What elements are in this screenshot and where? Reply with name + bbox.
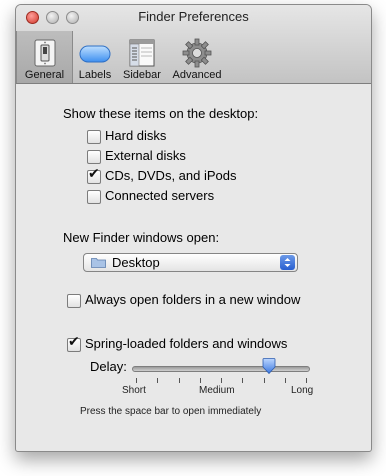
tab-general[interactable]: General <box>16 31 73 83</box>
hard-disks-label: Hard disks <box>105 128 167 143</box>
label-icon <box>79 45 111 63</box>
slider-tick <box>136 378 137 383</box>
spring-loaded-label: Spring-loaded folders and windows <box>85 336 288 351</box>
connected-servers-checkbox[interactable] <box>87 190 101 204</box>
always-open-checkbox[interactable] <box>67 294 81 308</box>
slider-tick <box>264 378 265 383</box>
slider-tick <box>306 378 307 383</box>
slider-tick <box>285 378 286 383</box>
new-window-popup[interactable]: Desktop <box>83 253 298 272</box>
delay-slider-track[interactable] <box>132 366 310 372</box>
sidebar-icon <box>129 39 155 67</box>
new-window-selected: Desktop <box>112 255 160 270</box>
delay-label: Delay: <box>90 359 127 374</box>
connected-servers-label: Connected servers <box>105 188 215 203</box>
new-window-heading: New Finder windows open: <box>63 230 220 245</box>
tab-sidebar[interactable]: Sidebar <box>118 31 166 83</box>
tick-label-medium: Medium <box>199 385 235 396</box>
gear-icon <box>182 38 212 68</box>
external-disks-checkbox[interactable] <box>87 150 101 164</box>
tab-advanced-label: Advanced <box>172 69 222 81</box>
always-open-label: Always open folders in a new window <box>85 292 301 307</box>
toolbar: Finder Preferences General Labels Sideba… <box>16 5 371 84</box>
folder-icon <box>91 258 106 268</box>
window-title: Finder Preferences <box>138 9 249 24</box>
light-switch-icon <box>34 39 55 67</box>
slider-tick <box>200 378 201 383</box>
tab-sidebar-label: Sidebar <box>123 69 161 81</box>
tick-label-short: Short <box>122 385 146 396</box>
checkmark-icon: ✔ <box>68 334 80 350</box>
slider-tick <box>221 378 222 383</box>
general-pane: Show these items on the desktop: Hard di… <box>16 84 371 451</box>
slider-tick <box>242 378 243 383</box>
tab-advanced[interactable]: Advanced <box>168 31 226 83</box>
slider-tick <box>157 378 158 383</box>
tab-labels-label: Labels <box>78 69 112 81</box>
hard-disks-checkbox[interactable] <box>87 130 101 144</box>
checkmark-icon: ✔ <box>88 166 100 182</box>
desktop-items-heading: Show these items on the desktop: <box>63 106 259 121</box>
popup-arrows-icon <box>280 255 295 270</box>
tick-label-long: Long <box>291 385 314 396</box>
external-disks-label: External disks <box>105 148 186 163</box>
delay-slider-knob[interactable] <box>262 358 276 374</box>
tab-general-label: General <box>24 69 65 81</box>
cds-dvds-ipods-label: CDs, DVDs, and iPods <box>105 168 237 183</box>
tab-labels[interactable]: Labels <box>74 31 116 83</box>
slider-tick <box>179 378 180 383</box>
spring-loaded-checkbox[interactable]: ✔ <box>67 334 81 352</box>
spring-loaded-hint: Press the space bar to open immediately <box>80 406 262 417</box>
cds-dvds-ipods-checkbox[interactable]: ✔ <box>87 166 101 184</box>
finder-preferences-window: Finder Preferences General Labels Sideba… <box>15 4 372 452</box>
